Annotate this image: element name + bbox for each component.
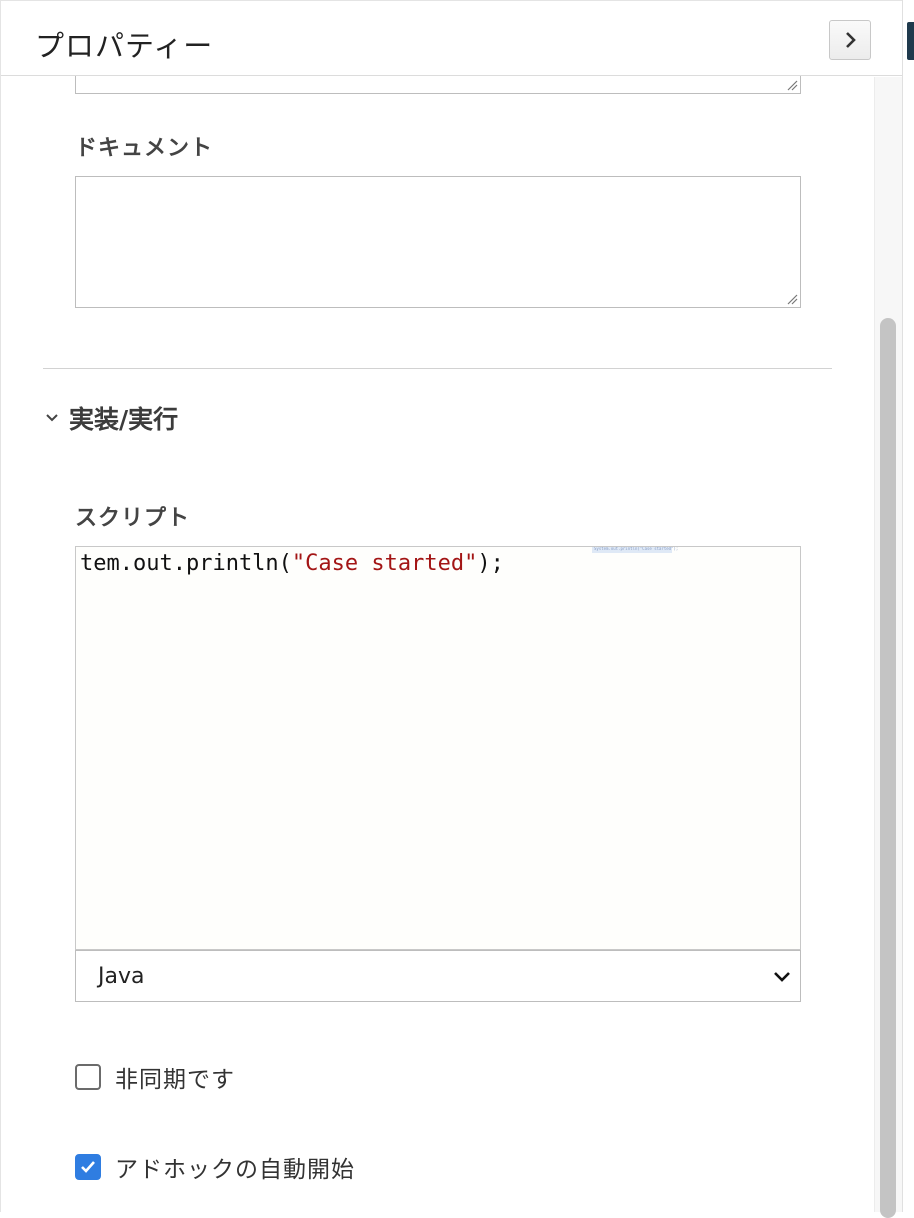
implementation-section-toggle[interactable]: 実装/実行 (43, 400, 178, 436)
script-label: スクリプト (75, 506, 191, 531)
documentation-textarea[interactable] (75, 176, 801, 308)
async-option[interactable]: 非同期です (75, 1060, 235, 1094)
async-checkbox[interactable] (75, 1064, 101, 1090)
resize-grip-icon[interactable] (786, 293, 798, 305)
checkmark-icon (81, 1161, 95, 1173)
documentation-label: ドキュメント (75, 136, 214, 161)
chevron-down-icon (46, 414, 58, 422)
chevron-right-icon (846, 32, 856, 48)
minimap-text: System.out.println("Case started"); (594, 546, 679, 551)
right-edge-divider (902, 0, 903, 1212)
collapse-panel-button[interactable] (829, 20, 871, 60)
side-accent-tab[interactable] (907, 22, 914, 60)
script-editor[interactable]: tem.out.println("Case started"); System.… (75, 546, 801, 950)
code-line: tem.out.println("Case started"); (80, 551, 504, 576)
resize-grip-icon[interactable] (786, 79, 798, 91)
panel-title: プロパティー (35, 29, 214, 63)
section-divider (43, 368, 832, 369)
implementation-section-title: 実装/実行 (69, 405, 179, 434)
adhoc-autostart-option[interactable]: アドホックの自動開始 (75, 1150, 355, 1184)
code-prefix: tem.out.println( (80, 551, 292, 576)
scrollbar-thumb[interactable] (880, 318, 896, 1218)
language-select[interactable]: Java (75, 950, 801, 1002)
adhoc-autostart-label: アドホックの自動開始 (115, 1157, 355, 1183)
adhoc-autostart-checkbox[interactable] (75, 1154, 101, 1180)
properties-panel: ドキュメント 実装/実行 スクリプト tem.out.println("Case… (0, 0, 903, 1218)
panel-header: プロパティー (1, 0, 903, 76)
async-label: 非同期です (115, 1067, 235, 1093)
code-string-literal: "Case started" (291, 551, 478, 576)
language-select-value: Java (98, 963, 145, 989)
chevron-down-icon (774, 972, 790, 982)
code-suffix: ); (477, 551, 504, 576)
